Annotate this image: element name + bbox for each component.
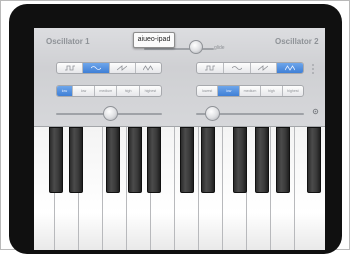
square-wave-button[interactable] [197, 63, 224, 73]
synth-control-panel: Oscillator 1 Oscillator 2 glide low low … [34, 28, 325, 127]
black-key[interactable] [201, 127, 215, 193]
saw-wave-button[interactable] [110, 63, 136, 73]
piano-keyboard [34, 127, 325, 250]
sine-wave-button[interactable] [83, 63, 110, 73]
oscillator-2-knob[interactable] [205, 106, 220, 121]
range-option[interactable]: high [117, 86, 140, 96]
side-indicator [311, 62, 315, 76]
black-key[interactable] [106, 127, 120, 193]
range-option[interactable]: highest [283, 86, 303, 96]
saw-wave-icon [117, 65, 128, 71]
oscillator-1-title: Oscillator 1 [46, 37, 90, 46]
black-key[interactable] [69, 127, 83, 193]
black-key[interactable] [233, 127, 247, 193]
saw-wave-button[interactable] [251, 63, 278, 73]
glide-label: glide [214, 45, 225, 51]
black-key[interactable] [128, 127, 142, 193]
black-key[interactable] [180, 127, 194, 193]
black-key[interactable] [255, 127, 269, 193]
range-option[interactable]: medium [240, 86, 262, 96]
app-screen: Oscillator 1 Oscillator 2 glide low low … [34, 28, 325, 250]
glide-knob[interactable] [189, 40, 203, 54]
oscillator-2-range-selector[interactable]: lowest low medium high highest [196, 85, 304, 97]
oscillator-2-title: Oscillator 2 [275, 37, 319, 46]
sine-wave-icon [90, 66, 101, 70]
oscillator-1-knob[interactable] [103, 106, 118, 121]
triangle-wave-icon [285, 65, 296, 71]
square-wave-icon [64, 65, 75, 71]
range-option[interactable]: highest [140, 86, 161, 96]
oscillator-1-range-selector[interactable]: low low medium high highest [56, 85, 162, 97]
range-option[interactable]: low [57, 86, 73, 96]
sine-wave-icon [231, 66, 242, 70]
range-option[interactable]: low [73, 86, 96, 96]
tooltip: aiueo-ipad [133, 32, 175, 48]
triangle-wave-button[interactable] [136, 63, 161, 73]
black-key[interactable] [147, 127, 161, 193]
square-wave-icon [204, 65, 215, 71]
oscillator-1-waveform-selector[interactable] [56, 62, 162, 74]
glide-slider-track[interactable] [144, 48, 214, 50]
tooltip-label: aiueo-ipad [137, 36, 171, 43]
range-option[interactable]: medium [95, 86, 118, 96]
black-key[interactable] [276, 127, 290, 193]
triangle-wave-button[interactable] [277, 63, 303, 73]
triangle-wave-icon [143, 65, 154, 71]
range-option[interactable]: lowest [197, 86, 219, 96]
range-option[interactable]: high [261, 86, 283, 96]
settings-icon[interactable] [312, 108, 319, 115]
black-key[interactable] [307, 127, 321, 193]
saw-wave-icon [258, 65, 269, 71]
square-wave-button[interactable] [57, 63, 84, 73]
black-key[interactable] [49, 127, 63, 193]
range-option[interactable]: low [218, 86, 240, 96]
sine-wave-button[interactable] [224, 63, 251, 73]
oscillator-2-waveform-selector[interactable] [196, 62, 304, 74]
